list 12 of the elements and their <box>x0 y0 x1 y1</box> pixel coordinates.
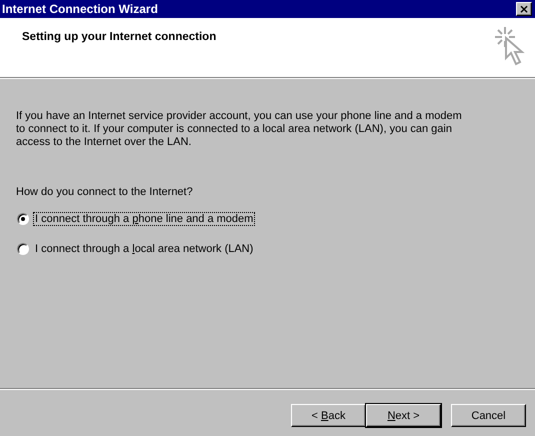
intro-paragraph: If you have an Internet service provider account, you can use your phone line and a modem to connect to it. If your computer is connected to a local area network (LAN), you can gain access to the Internet over the LAN. <box>16 110 463 149</box>
back-button[interactable]: < Back <box>291 404 366 427</box>
cancel-button[interactable]: Cancel <box>451 404 526 427</box>
close-button[interactable]: × <box>516 2 532 16</box>
window-title: Internet Connection Wizard <box>2 2 158 16</box>
radio-button[interactable] <box>17 213 29 225</box>
page-heading: Setting up your Internet connection <box>22 31 216 45</box>
radio-button[interactable] <box>17 243 29 255</box>
radio-label[interactable]: I connect through a phone line and a modem <box>33 212 256 226</box>
question-text: How do you connect to the Internet? <box>16 186 194 198</box>
next-button[interactable]: Next > <box>366 404 441 427</box>
radio-label[interactable]: I connect through a local area network (LAN) <box>33 242 256 256</box>
